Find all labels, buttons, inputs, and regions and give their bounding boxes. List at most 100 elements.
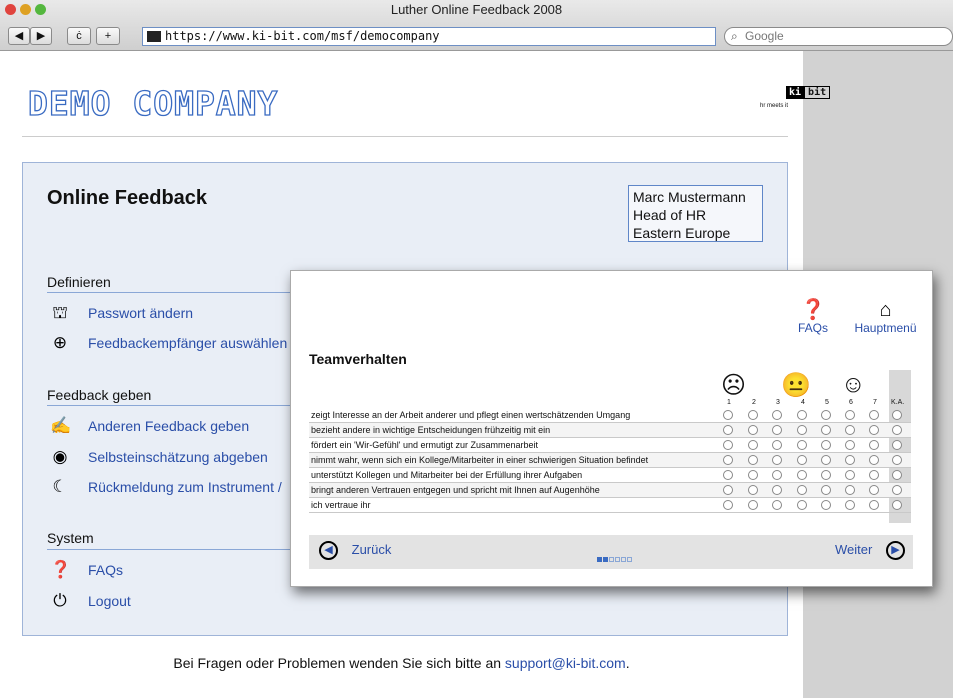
menu-give-feedback[interactable]: ✍ Anderen Feedback geben xyxy=(50,416,249,436)
rating-radio[interactable] xyxy=(723,500,733,510)
search-field[interactable]: ⌕ Google xyxy=(724,27,953,46)
menu-instrument-feedback[interactable]: ☾ Rückmeldung zum Instrument / xyxy=(50,477,281,497)
rating-radio[interactable] xyxy=(845,455,855,465)
question-row: nimmt wahr, wenn sich ein Kollege/Mitarb… xyxy=(309,453,911,468)
question-text: bringt anderen Vertrauen entgegen und sp… xyxy=(311,485,600,495)
question-text: nimmt wahr, wenn sich ein Kollege/Mitarb… xyxy=(311,455,649,465)
next-nav-button[interactable]: Weiter ▶ xyxy=(835,541,905,560)
edit-form-icon: ✍ xyxy=(50,416,72,435)
rating-radio[interactable] xyxy=(772,425,782,435)
rating-radio[interactable] xyxy=(821,455,831,465)
menu-self-assessment[interactable]: ◉ Selbsteinschätzung abgeben xyxy=(50,447,268,467)
kibit-logo: ki bit hr meets it xyxy=(760,82,831,109)
power-icon: ⏻ xyxy=(53,591,67,610)
rating-radio[interactable] xyxy=(869,470,879,480)
rating-radio[interactable] xyxy=(821,440,831,450)
header-divider xyxy=(22,136,788,137)
progress-dot xyxy=(603,557,608,562)
rating-radio[interactable] xyxy=(821,425,831,435)
rating-radio[interactable] xyxy=(892,470,902,480)
rating-radio[interactable] xyxy=(772,485,782,495)
menu-change-password[interactable]: ⛫ Passwort ändern xyxy=(50,303,193,325)
url-text: https://www.ki-bit.com/msf/democompany xyxy=(165,29,440,43)
scale-label: 4 xyxy=(801,399,805,406)
rating-radio[interactable] xyxy=(748,485,758,495)
lock-icon: ⛫ xyxy=(52,303,68,322)
back-nav-button[interactable]: ◀ Zurück xyxy=(319,541,391,560)
rating-radio[interactable] xyxy=(892,455,902,465)
rating-radio[interactable] xyxy=(772,440,782,450)
rating-radio[interactable] xyxy=(723,410,733,420)
question-row: bringt anderen Vertrauen entgegen und sp… xyxy=(309,483,911,498)
forward-button[interactable]: ▶ xyxy=(30,27,52,45)
feedback-dialog: ❓ FAQs ⌂ Hauptmenü Teamverhalten ☹ 😐 ☺ 1… xyxy=(290,270,933,587)
rating-radio[interactable] xyxy=(845,425,855,435)
rating-radio[interactable] xyxy=(892,425,902,435)
menu-faqs[interactable]: ❓ FAQs xyxy=(50,560,123,580)
user-name: Marc Mustermann xyxy=(633,189,746,205)
rating-radio[interactable] xyxy=(845,410,855,420)
rating-radio[interactable] xyxy=(723,440,733,450)
rating-radio[interactable] xyxy=(748,455,758,465)
company-logo: DEMO COMPANY xyxy=(27,83,279,123)
forward-arrow-icon: ▶ xyxy=(885,541,905,560)
question-text: zeigt Interesse an der Arbeit anderer un… xyxy=(311,410,631,420)
rating-radio[interactable] xyxy=(723,485,733,495)
rating-radio[interactable] xyxy=(869,440,879,450)
rating-radio[interactable] xyxy=(797,500,807,510)
rating-radio[interactable] xyxy=(892,485,902,495)
rating-radio[interactable] xyxy=(845,485,855,495)
reload-button[interactable]: ċ xyxy=(67,27,91,45)
rating-radio[interactable] xyxy=(772,470,782,480)
section-give-heading: Feedback geben xyxy=(47,387,152,403)
back-label: Zurück xyxy=(351,541,392,557)
home-link[interactable]: ⌂ Hauptmenü xyxy=(848,299,923,335)
rating-radio[interactable] xyxy=(797,425,807,435)
rating-radio[interactable] xyxy=(748,410,758,420)
rating-radio[interactable] xyxy=(748,470,758,480)
rating-radio[interactable] xyxy=(797,485,807,495)
rating-radio[interactable] xyxy=(772,500,782,510)
rating-radio[interactable] xyxy=(748,440,758,450)
menu-select-recipients[interactable]: ⊕ Feedbackempfänger auswählen xyxy=(50,333,287,353)
rating-radio[interactable] xyxy=(821,500,831,510)
back-button[interactable]: ◀ xyxy=(8,27,30,45)
rating-radio[interactable] xyxy=(723,455,733,465)
faq-link[interactable]: ❓ FAQs xyxy=(793,299,833,335)
add-bookmark-button[interactable]: + xyxy=(96,27,120,45)
rating-radio[interactable] xyxy=(845,440,855,450)
rating-radio[interactable] xyxy=(869,485,879,495)
progress-indicator xyxy=(597,549,633,567)
rating-radio[interactable] xyxy=(748,425,758,435)
question-row: zeigt Interesse an der Arbeit anderer un… xyxy=(309,408,911,423)
search-placeholder: Google xyxy=(745,29,784,43)
back-arrow-icon: ◀ xyxy=(319,541,338,560)
rating-radio[interactable] xyxy=(797,440,807,450)
rating-radio[interactable] xyxy=(748,500,758,510)
rating-radio[interactable] xyxy=(869,500,879,510)
rating-radio[interactable] xyxy=(845,470,855,480)
rating-radio[interactable] xyxy=(797,470,807,480)
menu-logout[interactable]: ⏻ Logout xyxy=(50,591,131,611)
page-title: Online Feedback xyxy=(47,187,208,209)
rating-radio[interactable] xyxy=(892,440,902,450)
rating-radio[interactable] xyxy=(821,410,831,420)
rating-radio[interactable] xyxy=(869,425,879,435)
section-system-heading: System xyxy=(47,530,94,546)
rating-radio[interactable] xyxy=(892,410,902,420)
support-email-link[interactable]: support@ki-bit.com xyxy=(505,655,626,671)
rating-radio[interactable] xyxy=(892,500,902,510)
rating-radio[interactable] xyxy=(821,485,831,495)
url-field[interactable]: https://www.ki-bit.com/msf/democompany xyxy=(142,27,716,46)
rating-radio[interactable] xyxy=(797,410,807,420)
rating-radio[interactable] xyxy=(845,500,855,510)
rating-radio[interactable] xyxy=(772,455,782,465)
rating-radio[interactable] xyxy=(797,455,807,465)
rating-radio[interactable] xyxy=(869,410,879,420)
rating-radio[interactable] xyxy=(723,470,733,480)
rating-radio[interactable] xyxy=(723,425,733,435)
rating-radio[interactable] xyxy=(772,410,782,420)
rating-radio[interactable] xyxy=(821,470,831,480)
progress-dot xyxy=(615,557,620,562)
rating-radio[interactable] xyxy=(869,455,879,465)
